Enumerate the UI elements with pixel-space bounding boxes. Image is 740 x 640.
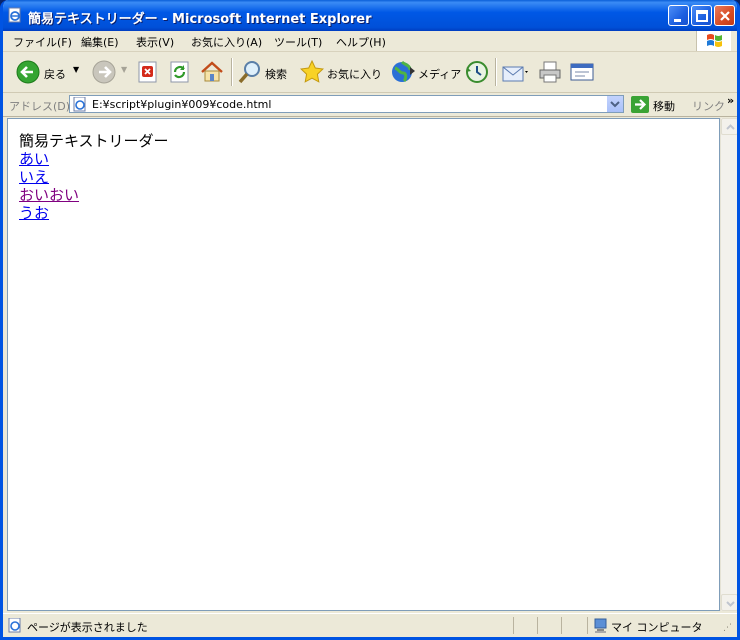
print-icon[interactable] [537, 59, 563, 85]
ie-page-icon [8, 7, 21, 23]
resize-grip-icon[interactable]: ⋰ [723, 623, 732, 633]
menu-favorites[interactable]: お気に入り(A) [191, 34, 262, 50]
close-button[interactable] [714, 5, 735, 26]
go-arrow-icon[interactable] [631, 96, 649, 113]
chevron-up-icon [726, 124, 735, 130]
scroll-down-button[interactable] [721, 594, 737, 611]
browser-window: 簡易テキストリーダー - Microsoft Internet Explorer… [0, 0, 740, 640]
vertical-scrollbar[interactable] [720, 118, 737, 611]
history-icon[interactable] [464, 59, 490, 85]
menu-tools[interactable]: ツール(T) [274, 34, 322, 50]
status-text: ページが表示されました [27, 621, 148, 634]
refresh-icon[interactable] [169, 59, 191, 85]
go-button-label[interactable]: 移動 [653, 98, 675, 114]
link-oioi[interactable]: おいおい [19, 186, 169, 204]
toolbar-separator [495, 58, 497, 86]
standard-toolbar: 戻る ▼ ▼ 検索 お気に入り メディア [3, 52, 737, 93]
back-button-label[interactable]: 戻る [44, 66, 66, 82]
scroll-up-button[interactable] [721, 118, 737, 135]
page-content: 簡易テキストリーダー あい いえ おいおい うお [7, 118, 720, 611]
favorites-star-icon[interactable] [299, 59, 325, 85]
status-divider [587, 617, 588, 634]
menu-bar: ファイル(F) 編集(E) 表示(V) お気に入り(A) ツール(T) ヘルプ(… [3, 31, 737, 52]
link-ie[interactable]: いえ [19, 168, 169, 186]
status-divider [537, 617, 538, 634]
mail-icon[interactable] [501, 59, 531, 85]
windows-logo-icon [696, 31, 731, 51]
back-arrow-icon[interactable] [15, 59, 41, 85]
link-ai[interactable]: あい [19, 150, 169, 168]
my-computer-icon [594, 618, 607, 633]
address-bar: アドレス(D) E:¥script¥plugin¥009¥code.html 移… [3, 93, 737, 117]
toolbar-separator [231, 58, 233, 86]
address-url[interactable]: E:¥script¥plugin¥009¥code.html [92, 98, 271, 111]
security-zone: マイ コンピュータ [611, 621, 703, 634]
menu-help[interactable]: ヘルプ(H) [336, 34, 386, 50]
favorites-button-label[interactable]: お気に入り [327, 66, 382, 82]
chevron-right-icon[interactable]: » [727, 94, 734, 107]
menu-view[interactable]: 表示(V) [136, 34, 174, 50]
chevron-down-icon [726, 601, 735, 607]
forward-arrow-icon[interactable] [91, 59, 117, 85]
window-title: 簡易テキストリーダー - Microsoft Internet Explorer [28, 12, 372, 27]
status-divider [561, 617, 562, 634]
link-uo[interactable]: うお [19, 204, 169, 222]
maximize-button[interactable] [691, 5, 712, 26]
address-dropdown-button[interactable] [606, 96, 623, 112]
menu-edit[interactable]: 編集(E) [81, 34, 119, 50]
media-globe-icon[interactable] [390, 59, 416, 85]
home-icon[interactable] [199, 59, 225, 85]
page-icon [73, 97, 86, 112]
page-done-icon [8, 618, 21, 633]
links-label[interactable]: リンク [692, 98, 725, 114]
status-divider [513, 617, 514, 634]
page-heading: 簡易テキストリーダー [19, 132, 169, 150]
address-label: アドレス(D) [9, 100, 71, 113]
chevron-down-icon [610, 101, 620, 108]
menu-file[interactable]: ファイル(F) [13, 34, 72, 50]
media-button-label[interactable]: メディア [418, 66, 461, 82]
search-icon[interactable] [237, 59, 263, 85]
minimize-button[interactable] [668, 5, 689, 26]
forward-dropdown-icon[interactable]: ▼ [121, 65, 127, 74]
stop-icon[interactable] [137, 59, 159, 85]
title-bar[interactable]: 簡易テキストリーダー - Microsoft Internet Explorer [3, 0, 737, 31]
address-input[interactable]: E:¥script¥plugin¥009¥code.html [69, 95, 624, 113]
back-dropdown-icon[interactable]: ▼ [73, 65, 79, 74]
search-button-label[interactable]: 検索 [265, 66, 287, 82]
edit-page-icon[interactable] [569, 59, 595, 85]
status-bar: ページが表示されました マイ コンピュータ ⋰ [3, 613, 737, 637]
